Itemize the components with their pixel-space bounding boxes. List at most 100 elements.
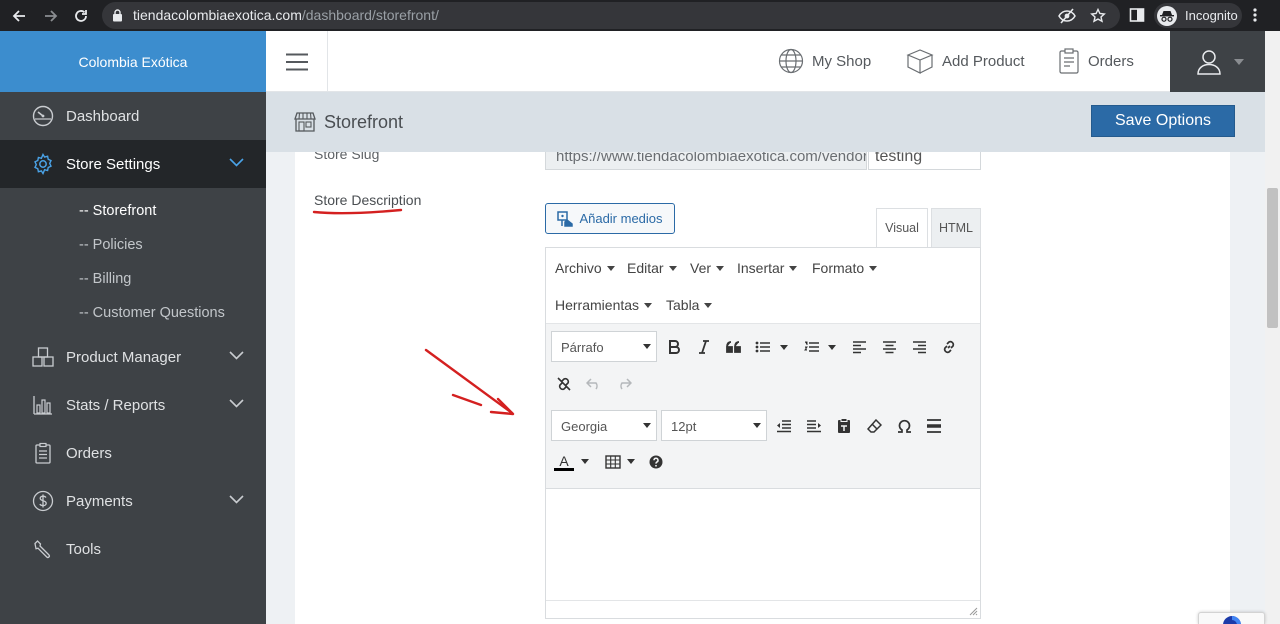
- numbered-list-icon[interactable]: [800, 335, 824, 359]
- sidebar-subitem-policies[interactable]: -- Policies: [0, 228, 266, 262]
- link-icon[interactable]: [937, 335, 961, 359]
- scrollbar-thumb[interactable]: [1267, 188, 1278, 328]
- add-product-link[interactable]: Add Product: [906, 48, 1025, 74]
- caret-down-icon[interactable]: [627, 459, 635, 464]
- sidebar-item-store-settings[interactable]: Store Settings: [0, 140, 266, 188]
- rich-text-editor: Archivo Editar Ver Insertar Formato Herr…: [545, 247, 981, 619]
- text-color-button[interactable]: A: [552, 450, 576, 474]
- tab-html[interactable]: HTML: [931, 208, 981, 248]
- sidebar-subitem-storefront[interactable]: -- Storefront: [0, 194, 266, 228]
- user-avatar-icon: [1196, 49, 1222, 75]
- sidebar-item-stats-reports[interactable]: Stats / Reports: [0, 381, 266, 429]
- save-options-button[interactable]: Save Options: [1091, 105, 1235, 137]
- text-color-glyph: A: [559, 452, 569, 469]
- sidebar-item-label: Store Settings: [66, 155, 161, 173]
- dollar-icon: [32, 490, 54, 512]
- store-settings-submenu: -- Storefront -- Policies -- Billing -- …: [0, 188, 266, 333]
- chevron-down-icon: [229, 158, 244, 167]
- sidebar-item-label: Dashboard: [66, 107, 140, 125]
- menu-label: Tabla: [666, 297, 700, 313]
- align-center-icon[interactable]: [877, 335, 901, 359]
- page-scrollbar[interactable]: [1265, 31, 1280, 624]
- sidebar-subitem-billing[interactable]: -- Billing: [0, 262, 266, 296]
- help-icon[interactable]: [644, 450, 668, 474]
- unlink-icon[interactable]: [552, 372, 576, 396]
- caret-down-icon: [716, 265, 725, 271]
- forward-arrow-icon[interactable]: [41, 6, 61, 26]
- clear-formatting-icon[interactable]: [862, 414, 886, 438]
- special-character-omega-icon[interactable]: [892, 414, 916, 438]
- chevron-down-icon: [229, 399, 244, 408]
- menu-label: Archivo: [555, 260, 602, 276]
- add-media-button[interactable]: Añadir medios: [545, 203, 675, 234]
- outdent-icon[interactable]: [772, 414, 796, 438]
- align-right-icon[interactable]: [907, 335, 931, 359]
- menu-tabla[interactable]: Tabla: [666, 297, 713, 313]
- sidebar-item-orders[interactable]: Orders: [0, 429, 266, 477]
- recaptcha-badge[interactable]: [1198, 612, 1265, 624]
- sidebar-item-tools[interactable]: Tools: [0, 525, 266, 573]
- table-icon[interactable]: [601, 450, 625, 474]
- bullet-list-icon[interactable]: [751, 335, 775, 359]
- bold-icon[interactable]: [662, 335, 686, 359]
- redo-icon[interactable]: [612, 372, 636, 396]
- menu-ver[interactable]: Ver: [690, 260, 725, 276]
- caret-down-icon[interactable]: [828, 345, 836, 350]
- recaptcha-logo-icon: [1223, 616, 1241, 624]
- storefront-icon: [294, 112, 316, 132]
- incognito-label: Incognito: [1185, 8, 1238, 23]
- chevron-down-icon: [229, 351, 244, 360]
- incognito-badge[interactable]: Incognito: [1154, 3, 1242, 28]
- side-panel-icon[interactable]: [1129, 7, 1145, 23]
- tab-visual[interactable]: Visual: [876, 208, 928, 248]
- menu-insertar[interactable]: Insertar: [737, 260, 798, 276]
- sidebar-item-dashboard[interactable]: Dashboard: [0, 92, 266, 140]
- caret-down-icon: [1234, 58, 1244, 65]
- resize-handle-icon[interactable]: [969, 607, 978, 616]
- italic-icon[interactable]: [692, 335, 716, 359]
- indent-icon[interactable]: [802, 414, 826, 438]
- orders-link[interactable]: Orders: [1058, 48, 1134, 74]
- sidebar-subitem-customer-questions[interactable]: -- Customer Questions: [0, 296, 266, 330]
- sidebar-item-payments[interactable]: Payments: [0, 477, 266, 525]
- font-family-select[interactable]: Georgia: [551, 410, 657, 441]
- font-size-select[interactable]: 12pt: [661, 410, 767, 441]
- settings-card: Store Slug https://www.tiendacolombiaexo…: [295, 152, 1230, 624]
- menu-archivo[interactable]: Archivo: [555, 260, 615, 276]
- add-product-label: Add Product: [942, 52, 1025, 70]
- user-menu[interactable]: [1170, 31, 1270, 92]
- undo-icon[interactable]: [582, 372, 606, 396]
- annotation-arrow-icon: [423, 345, 519, 421]
- menu-label: Editar: [627, 260, 664, 276]
- menu-formato[interactable]: Formato: [812, 260, 878, 276]
- blockquote-icon[interactable]: [722, 335, 746, 359]
- caret-down-icon[interactable]: [780, 345, 788, 350]
- caret-down-icon[interactable]: [581, 459, 589, 464]
- tracking-blocked-eye-icon[interactable]: [1058, 8, 1076, 24]
- caret-down-icon: [668, 265, 677, 271]
- sidebar-item-label: Product Manager: [66, 348, 182, 366]
- brand-name[interactable]: Colombia Exótica: [0, 31, 266, 92]
- block-format-select[interactable]: Párrafo: [551, 331, 657, 362]
- bookmark-star-icon[interactable]: [1090, 8, 1106, 24]
- store-slug-input[interactable]: testing: [868, 152, 981, 170]
- caret-down-icon: [644, 302, 653, 308]
- sidebar-item-product-manager[interactable]: Product Manager: [0, 333, 266, 381]
- hamburger-menu-icon[interactable]: [266, 31, 328, 92]
- paste-text-icon[interactable]: [832, 414, 856, 438]
- sidebar-item-label: Stats / Reports: [66, 396, 166, 414]
- box-icon: [906, 48, 934, 74]
- globe-icon: [778, 48, 804, 74]
- horizontal-line-icon[interactable]: [922, 414, 946, 438]
- wrench-icon: [32, 538, 54, 560]
- menu-editar[interactable]: Editar: [627, 260, 677, 276]
- back-arrow-icon[interactable]: [9, 6, 29, 26]
- menu-herramientas[interactable]: Herramientas: [555, 297, 653, 313]
- reload-icon[interactable]: [71, 6, 91, 26]
- my-shop-link[interactable]: My Shop: [778, 48, 871, 74]
- browser-menu-icon[interactable]: [1252, 7, 1258, 23]
- sidebar-item-label: Payments: [66, 492, 133, 510]
- address-bar[interactable]: tiendacolombiaexotica.com/dashboard/stor…: [102, 2, 1120, 29]
- editor-content-area[interactable]: [546, 490, 980, 600]
- align-left-icon[interactable]: [847, 335, 871, 359]
